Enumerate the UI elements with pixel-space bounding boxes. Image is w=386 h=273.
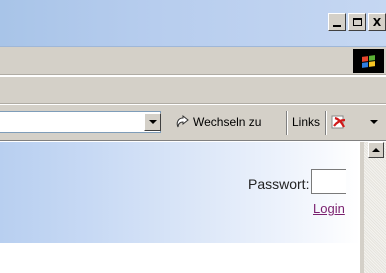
go-button[interactable]: Wechseln zu xyxy=(168,111,284,133)
links-label: Links xyxy=(292,115,321,129)
password-label: Passwort: xyxy=(248,176,310,192)
toolbar xyxy=(0,76,386,104)
login-link[interactable]: Login xyxy=(313,201,345,216)
maximize-icon xyxy=(352,18,362,26)
minimize-icon xyxy=(333,25,341,27)
address-dropdown-button[interactable] xyxy=(144,113,161,131)
title-bar: X xyxy=(0,0,386,47)
vertical-scrollbar[interactable] xyxy=(364,142,386,273)
minimize-button[interactable] xyxy=(328,13,346,31)
separator xyxy=(325,111,327,135)
window-controls: X xyxy=(328,13,386,31)
go-label: Wechseln zu xyxy=(193,115,262,129)
address-toolbar: Wechseln zu Links xyxy=(0,104,386,141)
go-arrow-icon xyxy=(176,114,189,128)
page-content: Passwort: Login xyxy=(0,142,360,273)
pdf-icon[interactable] xyxy=(330,114,348,130)
chevron-down-icon xyxy=(148,120,157,124)
maximize-button[interactable] xyxy=(348,13,366,31)
scroll-up-button[interactable] xyxy=(368,142,384,158)
windows-flag-icon xyxy=(353,49,384,73)
menu-bar xyxy=(0,47,386,75)
chevron-up-icon xyxy=(372,148,380,152)
close-button[interactable]: X xyxy=(368,13,386,31)
address-input[interactable] xyxy=(0,111,161,133)
links-button[interactable]: Links xyxy=(292,111,320,133)
password-input[interactable] xyxy=(311,169,346,194)
login-banner: Passwort: Login xyxy=(0,142,360,243)
chevron-down-icon[interactable] xyxy=(370,120,378,124)
separator xyxy=(286,111,288,135)
